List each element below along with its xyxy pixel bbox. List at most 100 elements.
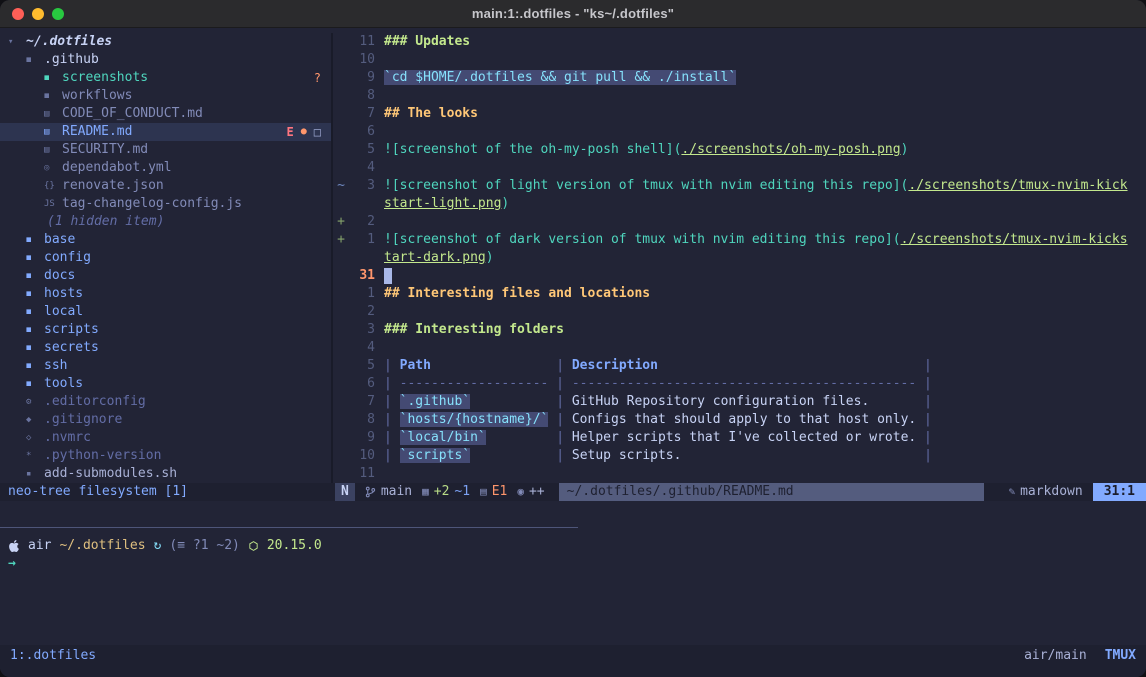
text-segment [431, 358, 548, 373]
editor-line[interactable]: +1![screenshot of dark version of tmux w… [333, 231, 1146, 249]
tmux-pane-border[interactable] [0, 527, 578, 528]
tree-item-label: .nvmrc [44, 429, 91, 447]
tree-item-screenshots[interactable]: ◼screenshots? [0, 69, 331, 87]
editor-line[interactable]: 6| ------------------- | ---------------… [333, 375, 1146, 393]
folder-icon: ◼ [26, 249, 41, 267]
editor-line[interactable]: ~3![screenshot of light version of tmux … [333, 177, 1146, 195]
tree-item-add-submodules-sh[interactable]: ▪add-submodules.sh [0, 465, 331, 483]
file-tree[interactable]: ▾~/.dotfiles◼.github◼screenshots?◼workfl… [0, 33, 333, 483]
tree-item-workflows[interactable]: ◼workflows [0, 87, 331, 105]
text-segment [658, 358, 916, 373]
editor-line[interactable]: 8| `hosts/{hostname}/` | Configs that sh… [333, 411, 1146, 429]
tree-item-security-md[interactable]: ▤SECURITY.md [0, 141, 331, 159]
tree-item-1-hidden-item[interactable]: (1 hidden item) [0, 213, 331, 231]
line-number: 31 [349, 267, 375, 285]
tree-item-scripts[interactable]: ◼scripts [0, 321, 331, 339]
text-segment: | [548, 358, 571, 373]
tree-item-label: tools [44, 375, 83, 393]
tree-item-docs[interactable]: ◼docs [0, 267, 331, 285]
minimize-button[interactable] [32, 8, 44, 20]
mode-indicator: N [335, 483, 355, 501]
tree-item-code-of-conduct-md[interactable]: ▤CODE_OF_CONDUCT.md [0, 105, 331, 123]
editor-line[interactable]: 31 [333, 267, 1146, 285]
tmux-window-item[interactable]: 1:.dotfiles [10, 647, 96, 665]
tree-item-hosts[interactable]: ◼hosts [0, 285, 331, 303]
tree-item-base[interactable]: ◼base [0, 231, 331, 249]
text-segment: | [384, 448, 400, 463]
gutter-sign [333, 303, 349, 321]
zoom-button[interactable] [52, 8, 64, 20]
text-segment: | [916, 430, 932, 445]
editor-line[interactable]: 7## The looks [333, 105, 1146, 123]
editor-line[interactable]: 6 [333, 123, 1146, 141]
pane-border-row [0, 519, 1146, 537]
editor-line[interactable]: 7| `.github` | GitHub Repository configu… [333, 393, 1146, 411]
editor-line[interactable]: start-light.png) [333, 195, 1146, 213]
shell-prompt: air ~/.dotfiles ↻ (≡ ?1 ~2) 20.15.0 [8, 537, 1146, 555]
tree-item-gitignore[interactable]: ◆.gitignore [0, 411, 331, 429]
tree-item-renovate-json[interactable]: {}renovate.json [0, 177, 331, 195]
tree-item-editorconfig[interactable]: ⚙.editorconfig [0, 393, 331, 411]
editor-line[interactable]: 10| `scripts` | Setup scripts. | [333, 447, 1146, 465]
command-line[interactable] [0, 501, 1146, 519]
titlebar[interactable]: main:1:.dotfiles - "ks~/.dotfiles" [0, 0, 1146, 28]
editor-line[interactable]: 10 [333, 51, 1146, 69]
tree-item-label: add-submodules.sh [44, 465, 177, 483]
line-number [349, 249, 375, 267]
tree-item-label: dependabot.yml [62, 159, 172, 177]
tree-item-python-version[interactable]: *.python-version [0, 447, 331, 465]
text-segment: Description [572, 358, 658, 373]
tree-item-readme-md[interactable]: ▤README.mdE●□ [0, 123, 331, 141]
editor-line[interactable]: 4 [333, 159, 1146, 177]
text-segment: | [548, 430, 571, 445]
editor-line[interactable]: tart-dark.png) [333, 249, 1146, 267]
editor-line[interactable]: 5| Path | Description | [333, 357, 1146, 375]
editor-line[interactable]: 3### Interesting folders [333, 321, 1146, 339]
editor-line[interactable]: 2 [333, 303, 1146, 321]
editor-line[interactable]: 9`cd $HOME/.dotfiles && git pull && ./in… [333, 69, 1146, 87]
line-text: | ------------------- | ----------------… [384, 375, 1146, 393]
shell-empty-area[interactable] [0, 573, 1146, 645]
pencil-icon: ✎ [1008, 483, 1015, 501]
editor-line[interactable]: 9| `local/bin` | Helper scripts that I'v… [333, 429, 1146, 447]
editor-line[interactable]: 5![screenshot of the oh-my-posh shell](.… [333, 141, 1146, 159]
branch-name: main [381, 483, 412, 501]
tree-item-secrets[interactable]: ◼secrets [0, 339, 331, 357]
prompt-arrow-icon: → [8, 555, 16, 573]
tree-item-github[interactable]: ◼.github [0, 51, 331, 69]
editor-line[interactable]: 4 [333, 339, 1146, 357]
folder-icon: ◼ [44, 87, 59, 105]
editor-line[interactable]: 11 [333, 465, 1146, 483]
line-text [384, 339, 1146, 357]
shell-input-line[interactable]: → [8, 555, 1146, 573]
git-untracked-icon: ? [314, 69, 321, 87]
gutter-sign [333, 123, 349, 141]
tree-item-dependabot-yml[interactable]: ◎dependabot.yml [0, 159, 331, 177]
buffer-lines[interactable]: 11### Updates109`cd $HOME/.dotfiles && g… [333, 33, 1146, 483]
tmux-status-bar: 1:.dotfiles air/main TMUX [0, 645, 1146, 677]
editor-line[interactable]: 1## Interesting files and locations [333, 285, 1146, 303]
traffic-lights [12, 8, 64, 20]
tree-item-config[interactable]: ◼config [0, 249, 331, 267]
tree-item-nvmrc[interactable]: ◇.nvmrc [0, 429, 331, 447]
folder-icon: ◼ [26, 375, 41, 393]
tree-item-tag-changelog-config-js[interactable]: JStag-changelog-config.js [0, 195, 331, 213]
tree-item-dotfiles[interactable]: ▾~/.dotfiles [0, 33, 331, 51]
text-segment: `hosts/{hostname}/` [400, 412, 549, 427]
folder-icon: ◼ [26, 51, 41, 69]
tree-item-tools[interactable]: ◼tools [0, 375, 331, 393]
shell-pane[interactable]: air ~/.dotfiles ↻ (≡ ?1 ~2) 20.15.0 → [0, 537, 1146, 573]
tree-item-ssh[interactable]: ◼ssh [0, 357, 331, 375]
close-button[interactable] [12, 8, 24, 20]
terminal-window: main:1:.dotfiles - "ks~/.dotfiles" ▾~/.d… [0, 0, 1146, 677]
gutter-sign [333, 105, 349, 123]
git-branch-icon [365, 486, 376, 498]
line-number: 7 [349, 393, 375, 411]
folder-icon: ◼ [26, 231, 41, 249]
editor-line[interactable]: +2 [333, 213, 1146, 231]
text-segment: ./screenshots/oh-my-posh.png [681, 142, 900, 157]
tree-item-local[interactable]: ◼local [0, 303, 331, 321]
editor-line[interactable]: 11### Updates [333, 33, 1146, 51]
editor-line[interactable]: 8 [333, 87, 1146, 105]
text-segment: `cd $HOME/.dotfiles && git pull && ./ins… [384, 70, 736, 85]
